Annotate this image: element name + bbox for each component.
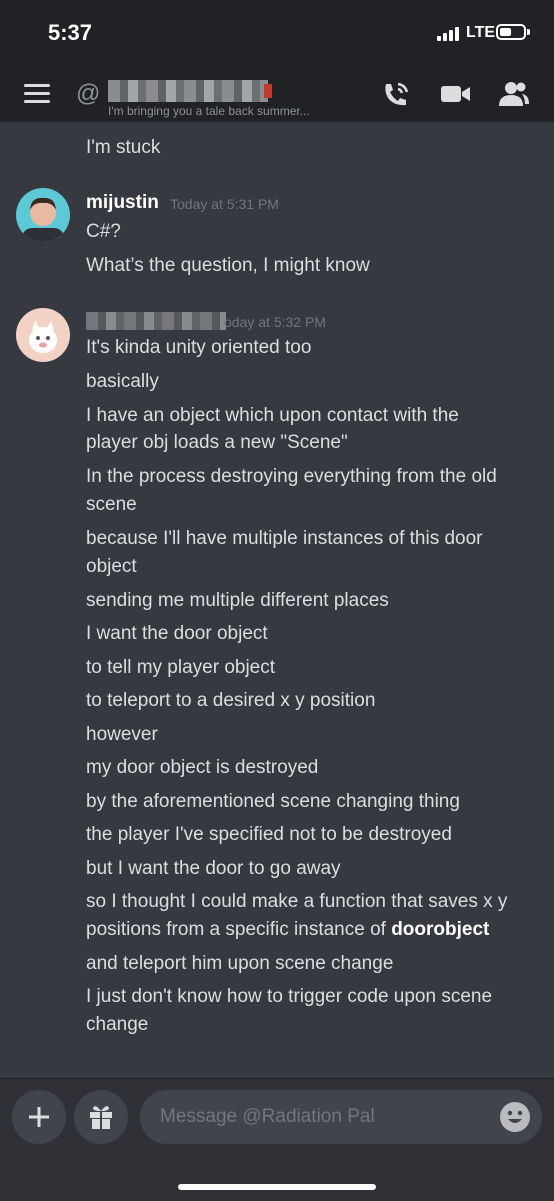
message-line: object (86, 556, 137, 577)
message-timestamp: Today at 5:31 PM (170, 196, 279, 212)
message-line: In the process destroying everything fro… (86, 466, 497, 487)
battery-icon (496, 24, 526, 40)
phone-call-icon[interactable] (380, 80, 412, 108)
message-line: sending me multiple different places (86, 590, 389, 611)
message-line: I want the door object (86, 623, 268, 644)
plus-icon (29, 1107, 49, 1127)
add-attachment-button[interactable] (12, 1090, 66, 1144)
hamburger-icon[interactable] (24, 84, 50, 104)
message-input[interactable]: Message @Radiation Pal (140, 1090, 542, 1144)
emoji-button[interactable] (500, 1102, 530, 1132)
message-text: positions from a specific instance of (86, 919, 386, 940)
redacted-username[interactable] (86, 312, 226, 330)
message-line: change (86, 1014, 149, 1035)
message-line: however (86, 724, 158, 745)
message-line: to tell my player object (86, 657, 276, 678)
network-label: LTE (466, 24, 496, 41)
message-line: the player I've specified not to be dest… (86, 824, 452, 845)
video-camera-icon[interactable] (440, 80, 472, 108)
message-line: by the aforementioned scene changing thi… (86, 791, 460, 812)
status-bar: 5:37 LTE (0, 0, 554, 66)
status-time: 5:37 (48, 20, 93, 45)
message-line: basically (86, 371, 159, 392)
people-icon[interactable] (498, 80, 530, 108)
avatar[interactable] (16, 308, 70, 362)
message-line: I'm stuck (86, 137, 161, 158)
message-line: but I want the door to go away (86, 858, 341, 879)
message-line: player obj loads a new "Scene" (86, 432, 348, 453)
message-list[interactable]: I'm stuck mijustin Today at 5:31 PM C#? W… (0, 122, 554, 1078)
message-line: I just don't know how to trigger code up… (86, 986, 493, 1007)
bold-text: doorobject (391, 919, 490, 940)
message-line: so I thought I could make a function tha… (86, 891, 508, 912)
message-line: I have an object which upon contact with… (86, 405, 459, 426)
message-author[interactable]: mijustin (86, 192, 159, 214)
avatar[interactable] (16, 188, 70, 242)
battery-tip (527, 29, 530, 35)
message-line: to teleport to a desired x y position (86, 690, 376, 711)
message-timestamp: oday at 5:32 PM (224, 314, 326, 330)
message-line: It's kinda unity oriented too (86, 337, 312, 358)
user-status-text: I'm bringing you a tale back summer... (108, 104, 310, 118)
redacted-username[interactable] (108, 80, 272, 102)
home-indicator (178, 1184, 376, 1190)
message-line: positions from a specific instance of do… (86, 916, 536, 944)
gift-button[interactable] (74, 1090, 128, 1144)
emoji-icon (507, 1110, 523, 1123)
message-line: scene (86, 494, 137, 515)
channel-header: @ I'm bringing you a tale back summer... (0, 66, 554, 122)
message-line: and teleport him upon scene change (86, 953, 394, 974)
message-line: my door object is destroyed (86, 757, 319, 778)
message-input-placeholder: Message @Radiation Pal (160, 1106, 375, 1127)
message-line: because I'll have multiple instances of … (86, 528, 483, 549)
signal-icon (437, 27, 461, 41)
message-line: What’s the question, I might know (86, 255, 370, 276)
message-line: C#? (86, 221, 121, 242)
gift-icon (90, 1106, 112, 1129)
channel-prefix: @ (76, 80, 101, 107)
